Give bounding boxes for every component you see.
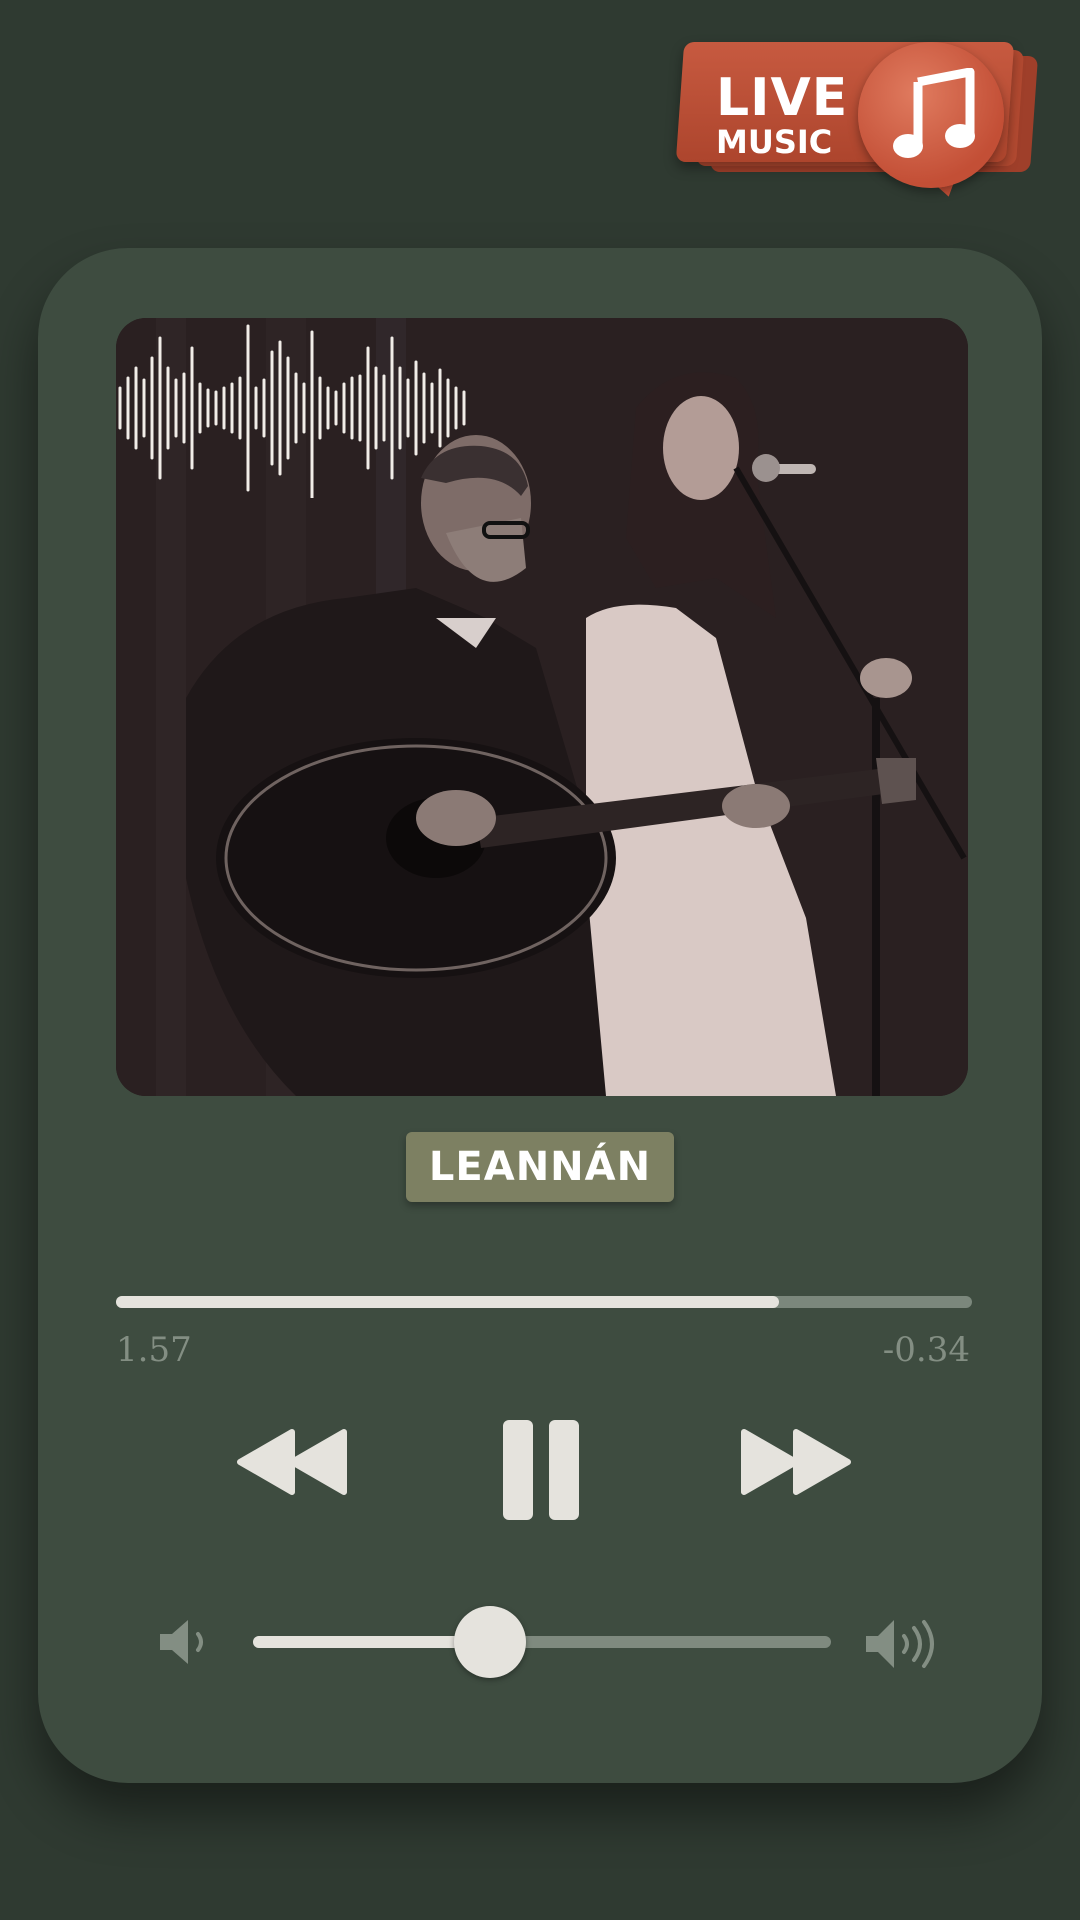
rewind-button[interactable] [236, 1428, 348, 1496]
badge-live-text: LIVE [716, 68, 849, 128]
track-title: LEANNÁN [428, 1144, 652, 1190]
rewind-icon [237, 1429, 295, 1495]
track-title-badge: LEANNÁN [406, 1132, 674, 1202]
time-elapsed: 1.57 [116, 1330, 192, 1370]
pause-button[interactable] [501, 1418, 581, 1522]
badge-circle [858, 42, 1004, 188]
fast-forward-button[interactable] [740, 1428, 852, 1496]
album-artwork [116, 318, 968, 1096]
live-music-badge: LIVE MUSIC [675, 42, 1050, 202]
waveform-overlay [118, 324, 466, 498]
volume-thumb[interactable] [453, 1606, 526, 1678]
badge-music-text: MUSIC [716, 123, 833, 161]
volume-low-icon[interactable] [158, 1618, 210, 1666]
fast-forward-icon [741, 1429, 851, 1495]
volume-slider[interactable] [253, 1606, 831, 1678]
time-remaining: -0.34 [882, 1330, 970, 1370]
badge-text: LIVE MUSIC [716, 72, 848, 158]
progress-bar[interactable] [116, 1296, 972, 1308]
player-card: LEANNÁN 1.57 -0.34 [38, 248, 1042, 1783]
music-note-icon [893, 68, 975, 158]
pause-icon [503, 1420, 579, 1520]
volume-high-icon[interactable] [864, 1618, 938, 1670]
progress-fill [116, 1296, 780, 1308]
